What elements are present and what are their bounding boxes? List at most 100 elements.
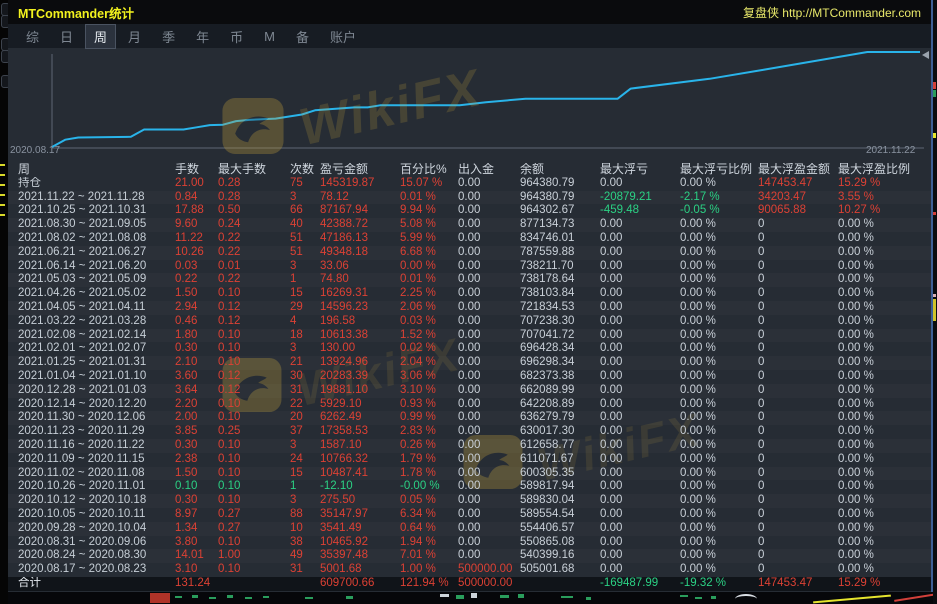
table-row[interactable]: 2020.12.14 ~ 2020.12.202.200.10225929.10… xyxy=(8,398,931,412)
column-header[interactable]: 最大浮亏比例 xyxy=(680,163,758,177)
value-cell: 0.00 % xyxy=(680,425,758,439)
table-row[interactable]: 2020.11.23 ~ 2020.11.293.850.253717358.5… xyxy=(8,425,931,439)
menu-item-日[interactable]: 日 xyxy=(52,25,81,48)
value-cell: 0.00 % xyxy=(838,287,931,301)
value-cell: 589830.04 xyxy=(520,494,600,508)
table-row[interactable]: 2020.11.09 ~ 2020.11.152.380.102410766.3… xyxy=(8,453,931,467)
table-row[interactable]: 2021.01.04 ~ 2021.01.103.600.123020283.3… xyxy=(8,370,931,384)
table-row[interactable]: 2021.04.26 ~ 2021.05.021.500.101516269.3… xyxy=(8,287,931,301)
table-row[interactable]: 2020.10.26 ~ 2020.11.010.100.101-12.10-0… xyxy=(8,480,931,494)
value-cell: 738178.64 xyxy=(520,273,600,287)
value-cell: 3 xyxy=(290,494,320,508)
value-cell: -0.05 % xyxy=(680,204,758,218)
column-header[interactable]: 余额 xyxy=(520,163,600,177)
period-cell: 2020.09.28 ~ 2020.10.04 xyxy=(18,522,175,536)
table-row[interactable]: 2021.04.05 ~ 2021.04.112.940.122914596.2… xyxy=(8,301,931,315)
value-cell: 1.80 xyxy=(175,329,218,343)
column-header[interactable]: 最大手数 xyxy=(218,163,290,177)
value-cell: 0.00 % xyxy=(838,411,931,425)
column-header[interactable]: 最大浮盈金额 xyxy=(758,163,838,177)
table-row[interactable]: 2021.06.14 ~ 2021.06.200.030.01333.060.0… xyxy=(8,260,931,274)
menu-item-M[interactable]: M xyxy=(256,27,283,46)
value-cell: 0.22 xyxy=(175,273,218,287)
table-row[interactable]: 2020.08.17 ~ 2020.08.233.100.10315001.68… xyxy=(8,563,931,577)
table-row[interactable]: 2020.11.16 ~ 2020.11.220.300.1031587.100… xyxy=(8,439,931,453)
table-row[interactable]: 2020.11.02 ~ 2020.11.081.500.101510487.4… xyxy=(8,467,931,481)
value-cell: 147453.47 xyxy=(758,577,838,591)
table-row[interactable]: 2020.09.28 ~ 2020.10.041.340.27103541.49… xyxy=(8,522,931,536)
menu-item-备[interactable]: 备 xyxy=(288,25,317,48)
period-cell: 2020.12.14 ~ 2020.12.20 xyxy=(18,398,175,412)
column-header[interactable]: 百分比% xyxy=(400,163,458,177)
value-cell: 0 xyxy=(758,522,838,536)
value-cell: 0.00 xyxy=(458,480,520,494)
period-cell: 2021.08.02 ~ 2021.08.08 xyxy=(18,232,175,246)
value-cell: 15.29 % xyxy=(838,577,931,591)
column-header[interactable]: 次数 xyxy=(290,163,320,177)
value-cell: 1.50 xyxy=(175,287,218,301)
table-row[interactable]: 2021.02.08 ~ 2021.02.141.800.101810613.3… xyxy=(8,329,931,343)
value-cell: 0.00 % xyxy=(838,273,931,287)
menu-item-季[interactable]: 季 xyxy=(154,25,183,48)
candle-mark xyxy=(680,595,688,597)
value-cell: 88 xyxy=(290,508,320,522)
value-cell: 0.00 % xyxy=(400,260,458,274)
table-row[interactable]: 2020.11.30 ~ 2020.12.062.000.10206262.49… xyxy=(8,411,931,425)
table-row[interactable]: 2021.06.21 ~ 2021.06.2710.260.225149348.… xyxy=(8,246,931,260)
menu-item-综[interactable]: 综 xyxy=(18,25,47,48)
value-cell: 1.78 % xyxy=(400,467,458,481)
value-cell: 612658.77 xyxy=(520,439,600,453)
value-cell: 49 xyxy=(290,549,320,563)
table-row[interactable]: 2021.10.25 ~ 2021.10.3117.880.506687167.… xyxy=(8,204,931,218)
table-row[interactable]: 2020.08.31 ~ 2020.09.063.800.103810465.9… xyxy=(8,536,931,550)
table-row[interactable]: 2021.03.22 ~ 2021.03.280.460.124196.580.… xyxy=(8,315,931,329)
table-row[interactable]: 2021.01.25 ~ 2021.01.312.100.102113924.9… xyxy=(8,356,931,370)
value-cell: 35147.97 xyxy=(320,508,400,522)
value-cell: 0.10 xyxy=(218,563,290,577)
summary-row[interactable]: 合计131.24609700.66121.94 %500000.00-16948… xyxy=(8,577,931,591)
period-cell: 2021.03.22 ~ 2021.03.28 xyxy=(18,315,175,329)
menu-item-周[interactable]: 周 xyxy=(86,25,115,48)
table-row[interactable]: 2021.08.30 ~ 2021.09.059.600.244042388.7… xyxy=(8,218,931,232)
value-cell: 0.00 xyxy=(600,508,680,522)
equity-curve xyxy=(52,52,920,147)
value-cell: 0.03 % xyxy=(400,315,458,329)
period-cell: 2021.04.26 ~ 2021.05.02 xyxy=(18,287,175,301)
value-cell: 0 xyxy=(758,425,838,439)
value-cell: 0.00 xyxy=(458,191,520,205)
column-header[interactable]: 盈亏金额 xyxy=(320,163,400,177)
table-row[interactable]: 2021.02.01 ~ 2021.02.070.300.103130.000.… xyxy=(8,342,931,356)
table-row[interactable]: 2020.10.05 ~ 2020.10.118.970.278835147.9… xyxy=(8,508,931,522)
menu-item-月[interactable]: 月 xyxy=(120,25,149,48)
table-row[interactable]: 持仓21.000.2875145319.8715.07 %0.00964380.… xyxy=(8,177,931,191)
value-cell: 2.06 % xyxy=(400,301,458,315)
value-cell: 0.00 xyxy=(458,329,520,343)
value-cell: 0.00 xyxy=(458,246,520,260)
table-row[interactable]: 2020.12.28 ~ 2021.01.033.640.123119881.1… xyxy=(8,384,931,398)
value-cell: 877134.73 xyxy=(520,218,600,232)
value-cell: 0.00 xyxy=(458,549,520,563)
table-row[interactable]: 2021.05.03 ~ 2021.05.090.220.22174.800.0… xyxy=(8,273,931,287)
brand-link[interactable]: 复盘侠 http://MTCommander.com xyxy=(743,4,921,21)
table-row[interactable]: 2020.08.24 ~ 2020.08.3014.011.004935397.… xyxy=(8,549,931,563)
table-row[interactable]: 2021.11.22 ~ 2021.11.280.840.28378.120.0… xyxy=(8,191,931,205)
table-row[interactable]: 2020.10.12 ~ 2020.10.180.300.103275.500.… xyxy=(8,494,931,508)
value-cell: 5929.10 xyxy=(320,398,400,412)
column-header[interactable]: 周 xyxy=(18,163,175,177)
value-cell: 0.00 xyxy=(600,177,680,191)
period-cell: 2021.02.01 ~ 2021.02.07 xyxy=(18,342,175,356)
value-cell: 34203.47 xyxy=(758,191,838,205)
menu-item-年[interactable]: 年 xyxy=(188,25,217,48)
value-cell: 0 xyxy=(758,536,838,550)
table-row[interactable]: 2021.08.02 ~ 2021.08.0811.220.225147186.… xyxy=(8,232,931,246)
value-cell: 0 xyxy=(758,287,838,301)
column-header[interactable]: 最大浮亏 xyxy=(600,163,680,177)
column-header[interactable]: 最大浮盈比例 xyxy=(838,163,931,177)
value-cell: 787559.88 xyxy=(520,246,600,260)
column-header[interactable]: 手数 xyxy=(175,163,218,177)
value-cell: 6.68 % xyxy=(400,246,458,260)
value-cell: 15 xyxy=(290,287,320,301)
menu-item-币[interactable]: 币 xyxy=(222,25,251,48)
menu-item-账户[interactable]: 账户 xyxy=(322,25,364,48)
column-header[interactable]: 出入金 xyxy=(458,163,520,177)
